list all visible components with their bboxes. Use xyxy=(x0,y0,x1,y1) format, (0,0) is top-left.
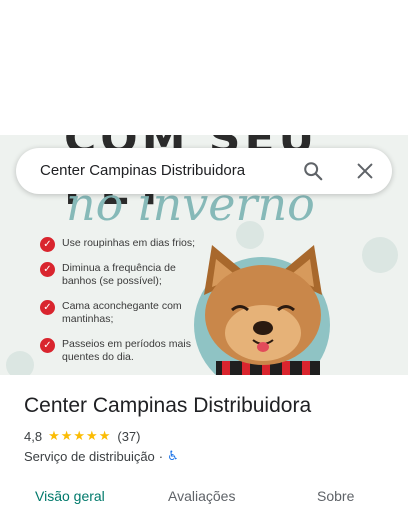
place-title: Center Campinas Distribuidora xyxy=(24,394,312,417)
check-icon: ✓ xyxy=(40,262,55,277)
search-input[interactable]: Center Campinas Distribuidora xyxy=(40,162,245,179)
search-bar[interactable]: Center Campinas Distribuidora xyxy=(16,148,392,194)
rating-value: 4,8 xyxy=(24,428,43,444)
review-count[interactable]: (37) xyxy=(117,429,140,444)
tip-text: Cama aconchegante com mantinhas; xyxy=(62,300,182,325)
tab-bar: Visão geral Avaliações Sobre xyxy=(0,484,408,510)
tip-text: Passeios em períodos mais quentes do dia… xyxy=(62,338,191,363)
tip-text: Diminua a frequência de banhos (se possí… xyxy=(62,262,176,287)
tab-about[interactable]: Sobre xyxy=(317,488,354,504)
tab-reviews[interactable]: Avaliações xyxy=(168,488,235,504)
tip-item: ✓ Diminua a frequência de banhos (se pos… xyxy=(40,262,200,288)
tips-list: ✓ Use roupinhas em dias frios; ✓ Diminua… xyxy=(40,237,200,375)
check-icon: ✓ xyxy=(40,338,55,353)
category-row: Serviço de distribuição · ♿ xyxy=(24,448,179,464)
place-category: Serviço de distribuição xyxy=(24,448,155,464)
separator-dot: · xyxy=(158,448,164,464)
rating-row[interactable]: 4,8 ★★★★★ (37) xyxy=(24,428,140,444)
tip-item: ✓ Cama aconchegante com mantinhas; xyxy=(40,300,200,326)
star-rating-icons: ★★★★★ xyxy=(48,428,112,443)
tip-item: ✓ Passeios em períodos mais quentes do d… xyxy=(40,338,200,364)
tab-overview[interactable]: Visão geral xyxy=(35,488,105,504)
check-icon: ✓ xyxy=(40,237,55,252)
wheelchair-icon: ♿ xyxy=(167,448,179,463)
tip-text: Use roupinhas em dias frios; xyxy=(62,237,196,249)
close-icon[interactable] xyxy=(354,160,376,182)
search-icon[interactable] xyxy=(302,160,324,182)
top-blank-area xyxy=(0,0,408,135)
tip-item: ✓ Use roupinhas em dias frios; xyxy=(40,237,200,252)
check-icon: ✓ xyxy=(40,300,55,315)
